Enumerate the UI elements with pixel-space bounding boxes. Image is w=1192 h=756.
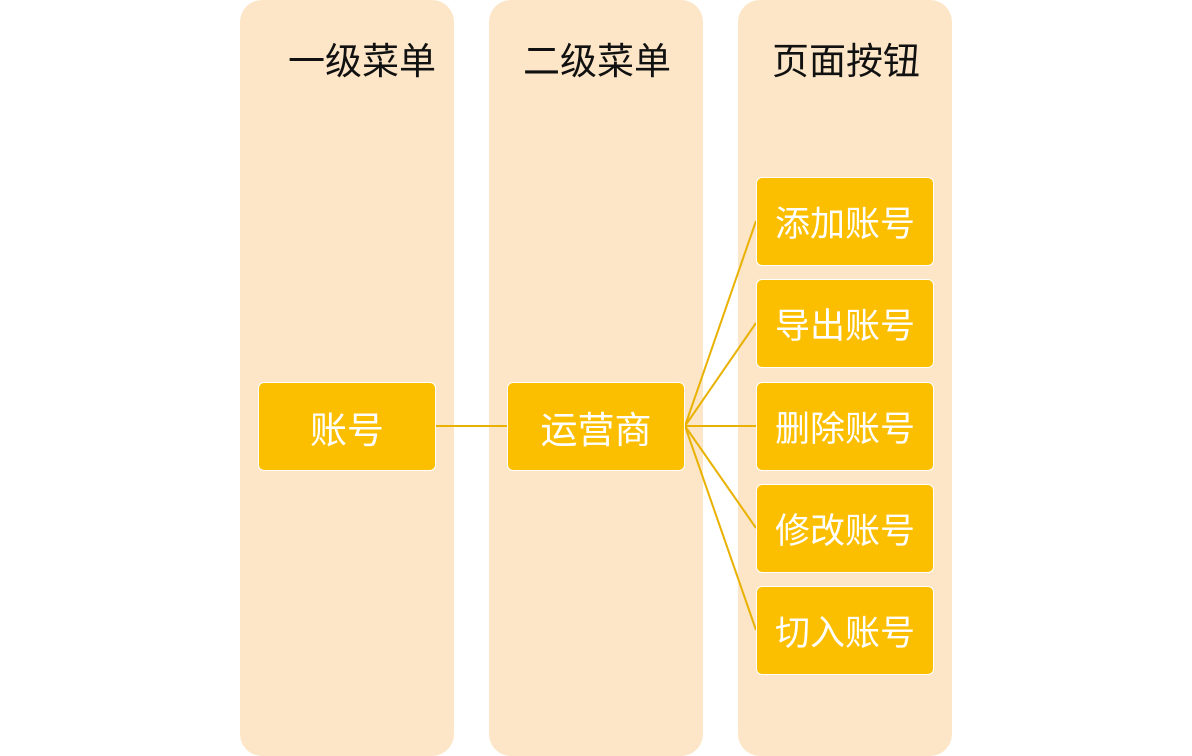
- level2-menu-title: 二级菜单: [523, 40, 671, 83]
- export-account-button[interactable]: 导出账号: [756, 279, 934, 368]
- edit-account-button[interactable]: 修改账号: [756, 484, 934, 573]
- level1-menu-column: 一级菜单: [240, 0, 454, 756]
- add-account-button[interactable]: 添加账号: [756, 177, 934, 266]
- level1-menu-title: 一级菜单: [288, 40, 436, 83]
- menu-node-operator[interactable]: 运营商: [507, 382, 685, 471]
- switch-account-button[interactable]: 切入账号: [756, 586, 934, 675]
- delete-account-button[interactable]: 删除账号: [756, 382, 934, 471]
- level2-menu-column: 二级菜单: [489, 0, 703, 756]
- page-buttons-title: 页面按钮: [772, 40, 920, 83]
- menu-node-account[interactable]: 账号: [258, 382, 436, 471]
